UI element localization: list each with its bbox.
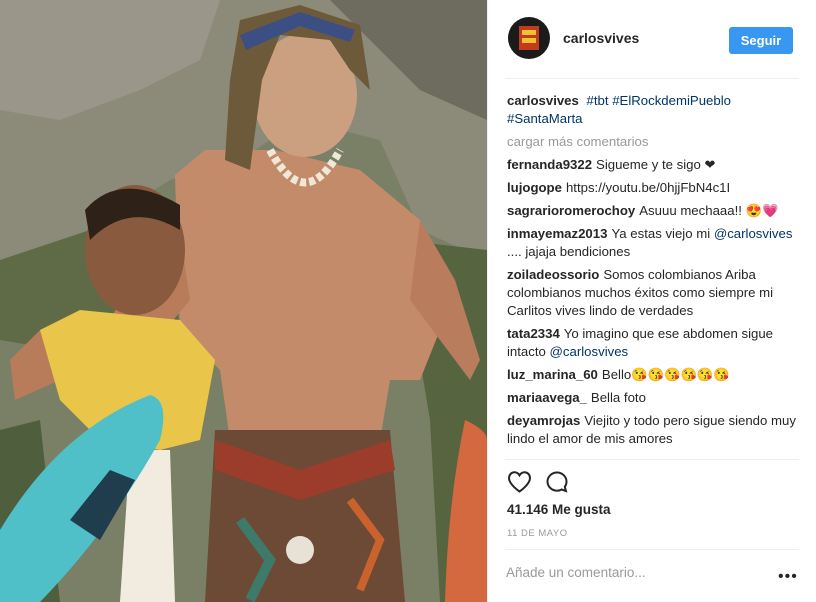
comment-text: Asuuu mechaaa!! 😍💗 bbox=[639, 203, 779, 218]
comments-list: carlosvives #tbt #ElRockdemiPueblo #Sant… bbox=[507, 92, 807, 453]
comment-item: inmayemaz2013 Ya estas viejo mi @carlosvi… bbox=[507, 225, 807, 261]
comment-username[interactable]: luz_marina_60 bbox=[507, 367, 598, 382]
hashtag-link[interactable]: #ElRockdemiPueblo bbox=[612, 93, 731, 108]
load-more-comments-button[interactable]: cargar más comentarios bbox=[507, 133, 807, 151]
comment-username[interactable]: fernanda9322 bbox=[507, 157, 592, 172]
likes-count[interactable]: 41.146 Me gusta bbox=[507, 502, 611, 517]
divider bbox=[505, 549, 799, 550]
post-date[interactable]: 11 DE MAYO bbox=[507, 528, 568, 539]
avatar-stripe bbox=[522, 30, 536, 35]
header-username[interactable]: carlosvives bbox=[563, 30, 639, 46]
hashtag-link[interactable]: #tbt bbox=[587, 93, 609, 108]
comment-item: fernanda9322 Sigueme y te sigo ❤ bbox=[507, 156, 807, 174]
comment-username[interactable]: deyamrojas bbox=[507, 413, 580, 428]
comment-text: Ya estas viejo mi bbox=[611, 226, 711, 241]
comment-item: luz_marina_60 Bello😘😘😘😘😘😘 bbox=[507, 366, 807, 384]
mention-link[interactable]: @carlosvives bbox=[714, 226, 793, 241]
comment-username[interactable]: inmayemaz2013 bbox=[507, 226, 607, 241]
hashtag-link[interactable]: #SantaMarta bbox=[507, 111, 583, 126]
avatar-stripe bbox=[522, 38, 536, 43]
photo-illustration bbox=[0, 0, 487, 602]
post-side-panel: carlosvives Seguir carlosvives #tbt #ElR… bbox=[487, 0, 816, 602]
add-comment-input[interactable] bbox=[506, 565, 756, 580]
comment-text: .... jajaja bendiciones bbox=[507, 244, 631, 259]
divider bbox=[505, 78, 799, 79]
comment-item: zoiladeossorio Somos colombianos Ariba co… bbox=[507, 266, 807, 320]
comment-username[interactable]: sagrarioromerochoy bbox=[507, 203, 635, 218]
mention-link[interactable]: @carlosvives bbox=[550, 344, 629, 359]
comment-username[interactable]: zoiladeossorio bbox=[507, 267, 599, 282]
post-photo[interactable] bbox=[0, 0, 487, 602]
divider bbox=[505, 459, 799, 460]
comment-item: sagrarioromerochoy Asuuu mechaaa!! 😍💗 bbox=[507, 202, 807, 220]
comment-item: tata2334 Yo imagino que ese abdomen sigue… bbox=[507, 325, 807, 361]
caption: carlosvives #tbt #ElRockdemiPueblo #Sant… bbox=[507, 92, 807, 128]
comment-item: deyamrojas Viejito y todo pero sigue sien… bbox=[507, 412, 807, 448]
heart-icon[interactable] bbox=[507, 470, 532, 499]
follow-button[interactable]: Seguir bbox=[729, 27, 793, 54]
comment-text: Bello😘😘😘😘😘😘 bbox=[601, 367, 730, 382]
avatar[interactable] bbox=[508, 17, 550, 59]
post-header: carlosvives Seguir bbox=[488, 0, 816, 78]
comment-item: mariaavega_ Bella foto bbox=[507, 389, 807, 407]
comment-username[interactable]: lujogope bbox=[507, 180, 562, 195]
comment-text: Bella foto bbox=[590, 390, 646, 405]
comment-item: lujogope https://youtu.be/0hjjFbN4c1I bbox=[507, 179, 807, 197]
comment-text: Sigueme y te sigo ❤ bbox=[596, 157, 716, 172]
comment-icon[interactable] bbox=[545, 470, 569, 499]
comment-text: https://youtu.be/0hjjFbN4c1I bbox=[565, 180, 731, 195]
caption-username[interactable]: carlosvives bbox=[507, 93, 579, 108]
comment-username[interactable]: tata2334 bbox=[507, 326, 560, 341]
more-options-icon[interactable]: ••• bbox=[778, 568, 798, 586]
comment-username[interactable]: mariaavega_ bbox=[507, 390, 587, 405]
